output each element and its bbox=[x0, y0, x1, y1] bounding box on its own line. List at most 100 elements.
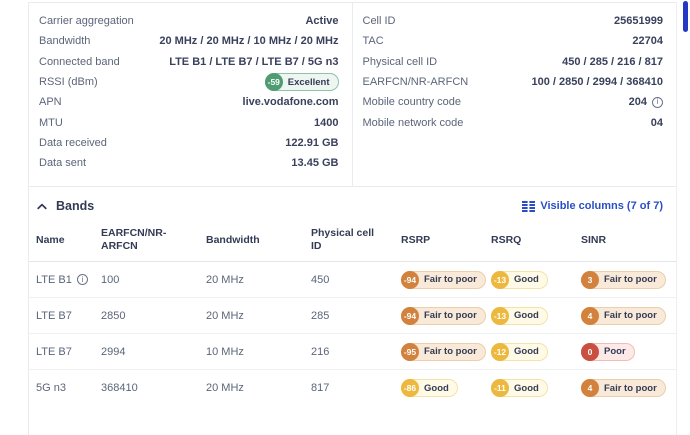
band-rsrq: -13Good bbox=[491, 307, 581, 325]
badge-label: Fair to poor bbox=[424, 310, 477, 321]
info-row: Physical cell ID 450 / 285 / 216 / 817 bbox=[363, 52, 664, 72]
badge-value: -95 bbox=[401, 343, 419, 361]
info-col-right: Cell ID 25651999 TAC 22704 Physical cell… bbox=[353, 3, 677, 186]
band-rsrq: -11 Good bbox=[491, 379, 581, 397]
band-earfcn: 368410 bbox=[101, 382, 206, 394]
badge-label: Fair to poor bbox=[424, 346, 477, 357]
badge-value: 0 bbox=[581, 343, 599, 361]
badge-label: Fair to poor bbox=[424, 274, 477, 285]
info-label: Cell ID bbox=[363, 15, 396, 27]
scrollbar-thumb[interactable] bbox=[683, 1, 688, 32]
status-badge: -59 Excellent bbox=[265, 73, 339, 91]
info-value: 1400 bbox=[314, 117, 338, 129]
bands-header-row: NameEARFCN/NR-ARFCNBandwidthPhysical cel… bbox=[29, 223, 676, 262]
badge-value: -59 bbox=[265, 73, 283, 91]
band-earfcn: 2994 bbox=[101, 346, 206, 358]
column-header: Physical cell ID bbox=[311, 227, 401, 253]
chevron-up-icon bbox=[37, 203, 47, 210]
info-row: Data sent 13.45 GB bbox=[39, 153, 339, 173]
table-row: 5G n3 368410 20 MHz 817 -86Good -11Good … bbox=[29, 370, 676, 406]
table-row: LTE B7 2850 20 MHz 285 -94Fair to poor -… bbox=[29, 298, 676, 334]
info-row: Mobile country code 204 bbox=[363, 92, 664, 112]
band-rsrp: -94Fair to poor bbox=[401, 307, 491, 325]
badge-value: -86 bbox=[401, 379, 419, 397]
band-bandwidth: 10 MHz bbox=[206, 346, 311, 358]
info-row: TAC 22704 bbox=[363, 31, 664, 51]
info-value: 25651999 bbox=[614, 15, 663, 27]
badge-label: Good bbox=[514, 274, 539, 285]
band-bandwidth: 20 MHz bbox=[206, 274, 311, 286]
info-value: LTE B1 / LTE B7 / LTE B7 / 5G n3 bbox=[169, 56, 338, 68]
info-value: 450 / 285 / 216 / 817 bbox=[562, 56, 663, 68]
info-row: Bandwidth 20 MHz / 20 MHz / 10 MHz / 20 … bbox=[39, 31, 339, 51]
badge-label: Fair to poor bbox=[604, 274, 657, 285]
bands-title: Bands bbox=[56, 199, 94, 213]
badge-label: Fair to poor bbox=[604, 383, 657, 394]
info-value: -59 Excellent bbox=[265, 73, 339, 91]
band-rsrp: -94Fair to poor bbox=[401, 271, 491, 289]
status-badge: -13Good bbox=[491, 271, 548, 289]
band-earfcn: 2850 bbox=[101, 310, 206, 322]
column-header: RSRP bbox=[401, 234, 491, 247]
bands-collapse-toggle[interactable]: Bands bbox=[37, 199, 94, 213]
info-row: EARFCN/NR-ARFCN 100 / 2850 / 2994 / 3684… bbox=[363, 72, 664, 92]
column-header: EARFCN/NR-ARFCN bbox=[101, 227, 206, 253]
info-value: 122.91 GB bbox=[285, 137, 338, 149]
badge-label: Poor bbox=[604, 346, 626, 357]
column-header: Bandwidth bbox=[206, 234, 311, 247]
info-row: APN live.vodafone.com bbox=[39, 92, 339, 112]
info-label: Data sent bbox=[39, 157, 86, 169]
badge-label: Good bbox=[514, 383, 539, 394]
status-badge: -11 Good bbox=[491, 379, 548, 397]
info-label: RSSI (dBm) bbox=[39, 76, 98, 88]
info-row: Data received 122.91 GB bbox=[39, 133, 339, 153]
visible-columns-button[interactable]: Visible columns (7 of 7) bbox=[522, 200, 663, 212]
band-name-label: LTE B1 bbox=[36, 274, 72, 286]
connection-info-section: Carrier aggregation Active Bandwidth 20 … bbox=[29, 3, 676, 186]
bands-table-body: LTE B1 100 20 MHz 450 -94Fair to poor -1… bbox=[29, 262, 676, 406]
band-name: 5G n3 bbox=[36, 382, 101, 394]
table-row: LTE B1 100 20 MHz 450 -94Fair to poor -1… bbox=[29, 262, 676, 298]
info-row: Carrier aggregation Active bbox=[39, 11, 339, 31]
columns-icon bbox=[522, 201, 535, 212]
band-name: LTE B7 bbox=[36, 346, 101, 358]
status-panel: Carrier aggregation Active Bandwidth 20 … bbox=[28, 2, 677, 435]
info-value: live.vodafone.com bbox=[243, 96, 339, 108]
info-label: Bandwidth bbox=[39, 35, 90, 47]
info-icon[interactable] bbox=[77, 274, 88, 285]
band-name: LTE B7 bbox=[36, 310, 101, 322]
info-label: EARFCN/NR-ARFCN bbox=[363, 76, 469, 88]
band-earfcn: 100 bbox=[101, 274, 206, 286]
info-label: Carrier aggregation bbox=[39, 15, 134, 27]
status-badge: 4Fair to poor bbox=[581, 307, 666, 325]
badge-value: -12 bbox=[491, 343, 509, 361]
status-badge: -86 Good bbox=[401, 379, 458, 397]
info-row: Mobile network code 04 bbox=[363, 112, 664, 132]
info-label: Mobile network code bbox=[363, 117, 464, 129]
info-label: Connected band bbox=[39, 56, 120, 68]
info-col-left: Carrier aggregation Active Bandwidth 20 … bbox=[29, 3, 353, 186]
info-row: RSSI (dBm) -59 Excellent bbox=[39, 72, 339, 92]
info-value: 04 bbox=[651, 117, 663, 129]
badge-value: -11 bbox=[491, 379, 509, 397]
info-value: 20 MHz / 20 MHz / 10 MHz / 20 MHz bbox=[159, 35, 338, 47]
info-label: APN bbox=[39, 96, 62, 108]
status-badge: -95 Fair to poor bbox=[401, 343, 486, 361]
badge-value: -13 bbox=[491, 307, 509, 325]
column-header: RSRQ bbox=[491, 234, 581, 247]
column-header: Name bbox=[36, 234, 101, 247]
info-icon[interactable] bbox=[652, 97, 663, 108]
badge-value: 4 bbox=[581, 379, 599, 397]
status-badge: 4 Fair to poor bbox=[581, 379, 666, 397]
band-name-label: 5G n3 bbox=[36, 382, 66, 394]
band-rsrq: -13Good bbox=[491, 271, 581, 289]
band-pci: 216 bbox=[311, 346, 401, 358]
badge-label: Good bbox=[514, 346, 539, 357]
status-badge: 0 Poor bbox=[581, 343, 635, 361]
badge-label: Good bbox=[424, 383, 449, 394]
info-row: Cell ID 25651999 bbox=[363, 11, 664, 31]
info-value: 13.45 GB bbox=[291, 157, 338, 169]
band-name-label: LTE B7 bbox=[36, 346, 72, 358]
info-label: TAC bbox=[363, 35, 384, 47]
badge-label: Excellent bbox=[288, 77, 330, 88]
